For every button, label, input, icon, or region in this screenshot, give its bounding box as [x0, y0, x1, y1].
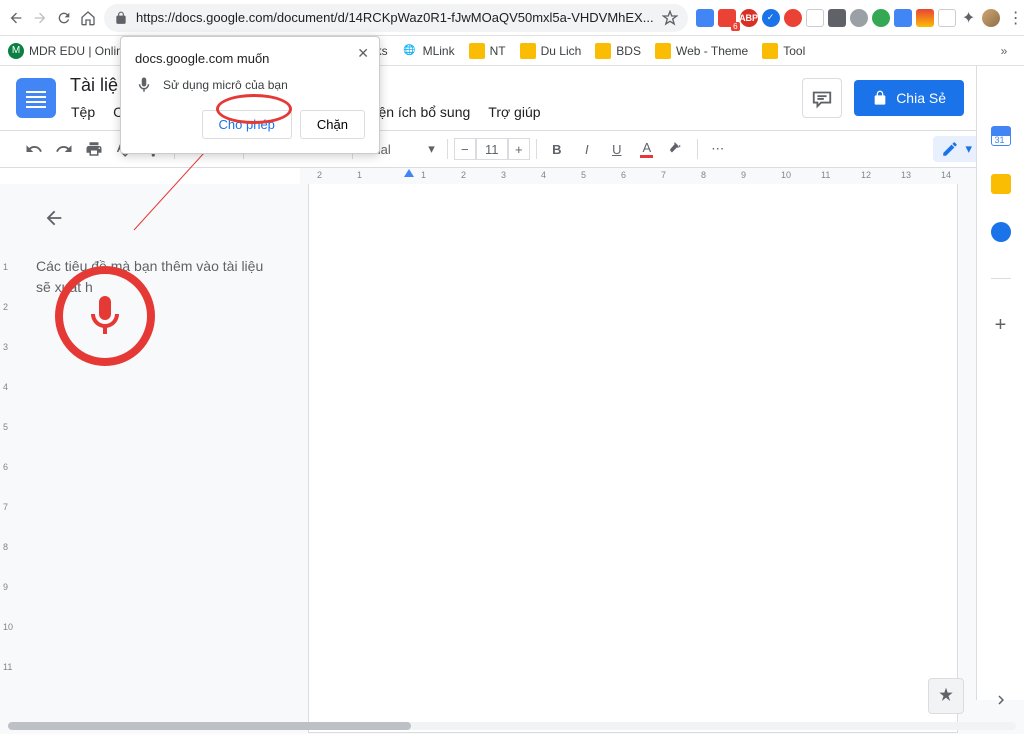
microphone-icon [135, 76, 153, 94]
horizontal-ruler[interactable] [300, 168, 1024, 184]
ext-icon[interactable] [806, 9, 824, 27]
chevron-down-icon: ▾ [428, 141, 435, 157]
highlight-button[interactable] [663, 135, 691, 163]
ext-icon[interactable]: 6 [718, 9, 736, 27]
star-icon[interactable] [662, 10, 678, 26]
edit-mode-dropdown[interactable]: ▾ [933, 136, 980, 162]
folder-icon [762, 43, 778, 59]
work-area: 1234567891011 Các tiêu đề mà bạn thêm và… [0, 184, 1024, 734]
bookmark-item[interactable]: BDS [595, 43, 641, 59]
home-button[interactable] [80, 6, 96, 30]
outline-back-button[interactable] [36, 200, 72, 236]
extension-icons: 6 ABP ✓ ✦ ⋮ [696, 6, 1024, 30]
forward-button[interactable] [32, 6, 48, 30]
voice-typing-button[interactable] [55, 266, 155, 366]
permission-host: docs.google.com muốn [135, 51, 365, 66]
ext-icon[interactable] [696, 9, 714, 27]
ext-icon[interactable] [894, 9, 912, 27]
url-text: https://docs.google.com/document/d/14RCK… [136, 10, 654, 25]
ext-icon[interactable] [872, 9, 890, 27]
explore-icon [936, 686, 956, 706]
bookmarks-overflow[interactable]: » [992, 39, 1016, 63]
bookmark-icon: M [8, 43, 24, 59]
url-bar[interactable]: https://docs.google.com/document/d/14RCK… [104, 4, 688, 32]
ext-icon[interactable] [784, 9, 802, 27]
explore-button[interactable] [928, 678, 964, 714]
font-size-increase[interactable]: + [508, 138, 530, 160]
globe-icon: 🌐 [402, 43, 418, 59]
outline-pane: Các tiêu đề mà bạn thêm vào tài liệu sẽ … [16, 184, 300, 734]
undo-button[interactable] [20, 135, 48, 163]
tasks-app-icon[interactable] [991, 222, 1011, 242]
document-page[interactable] [308, 184, 958, 733]
document-canvas [300, 184, 1024, 734]
ext-icon[interactable]: ABP [740, 9, 758, 27]
comment-history-button[interactable] [802, 78, 842, 118]
lock-icon [872, 90, 888, 106]
permission-request-text: Sử dụng micrô của bạn [163, 78, 288, 92]
back-button[interactable] [8, 6, 24, 30]
more-button[interactable]: ⋯ [704, 135, 732, 163]
comment-icon [811, 87, 833, 109]
keep-app-icon[interactable] [991, 174, 1011, 194]
pencil-icon [941, 140, 959, 158]
print-button[interactable] [80, 135, 108, 163]
italic-button[interactable]: I [573, 135, 601, 163]
reload-button[interactable] [56, 6, 72, 30]
docs-logo-icon[interactable] [16, 78, 56, 118]
vertical-ruler[interactable]: 1234567891011 [0, 184, 16, 734]
redo-button[interactable] [50, 135, 78, 163]
calendar-app-icon[interactable]: 31 [991, 126, 1011, 146]
share-button[interactable]: Chia Sẻ [854, 80, 964, 116]
horizontal-scrollbar[interactable] [8, 722, 1016, 730]
font-size-decrease[interactable]: − [454, 138, 476, 160]
underline-button[interactable]: U [603, 135, 631, 163]
menu-help[interactable]: Trợ giúp [481, 100, 547, 124]
chevron-down-icon: ▾ [965, 141, 972, 157]
block-button[interactable]: Chặn [300, 110, 365, 139]
folder-icon [655, 43, 671, 59]
indent-marker-icon[interactable] [404, 169, 414, 177]
bookmark-item[interactable]: Web - Theme [655, 43, 748, 59]
lock-icon [114, 11, 128, 25]
side-panel: 31 + [976, 66, 1024, 700]
folder-icon [469, 43, 485, 59]
allow-button[interactable]: Cho phép [202, 110, 292, 139]
folder-icon [520, 43, 536, 59]
menu-file[interactable]: Tệp [64, 100, 102, 124]
browser-menu-button[interactable]: ⋮ [1004, 6, 1024, 30]
ext-icon[interactable] [828, 9, 846, 27]
ext-icon[interactable] [850, 9, 868, 27]
browser-nav-bar: https://docs.google.com/document/d/14RCK… [0, 0, 1024, 36]
bookmark-item[interactable]: Tool [762, 43, 805, 59]
bookmark-item[interactable]: 🌐MLink [402, 43, 455, 59]
close-button[interactable]: ✕ [357, 45, 369, 62]
ext-icon[interactable] [938, 9, 956, 27]
bold-button[interactable]: B [543, 135, 571, 163]
scrollbar-thumb[interactable] [8, 722, 411, 730]
bookmark-item[interactable]: NT [469, 43, 506, 59]
add-app-button[interactable]: + [991, 315, 1011, 335]
extensions-menu-icon[interactable]: ✦ [960, 9, 978, 27]
bookmark-item[interactable]: Du Lich [520, 43, 582, 59]
ext-icon[interactable]: ✓ [762, 9, 780, 27]
font-size-control: − 11 + [454, 138, 530, 160]
side-panel-toggle[interactable] [992, 691, 1010, 714]
profile-avatar-icon[interactable] [982, 9, 1000, 27]
folder-icon [595, 43, 611, 59]
bookmark-item[interactable]: MMDR EDU | Online.. [8, 43, 136, 59]
microphone-icon [81, 292, 129, 340]
divider [991, 278, 1011, 279]
ext-icon[interactable] [916, 9, 934, 27]
text-color-button[interactable]: A [633, 135, 661, 163]
permission-popup: ✕ docs.google.com muốn Sử dụng micrô của… [120, 36, 380, 154]
font-size-value[interactable]: 11 [476, 138, 508, 160]
